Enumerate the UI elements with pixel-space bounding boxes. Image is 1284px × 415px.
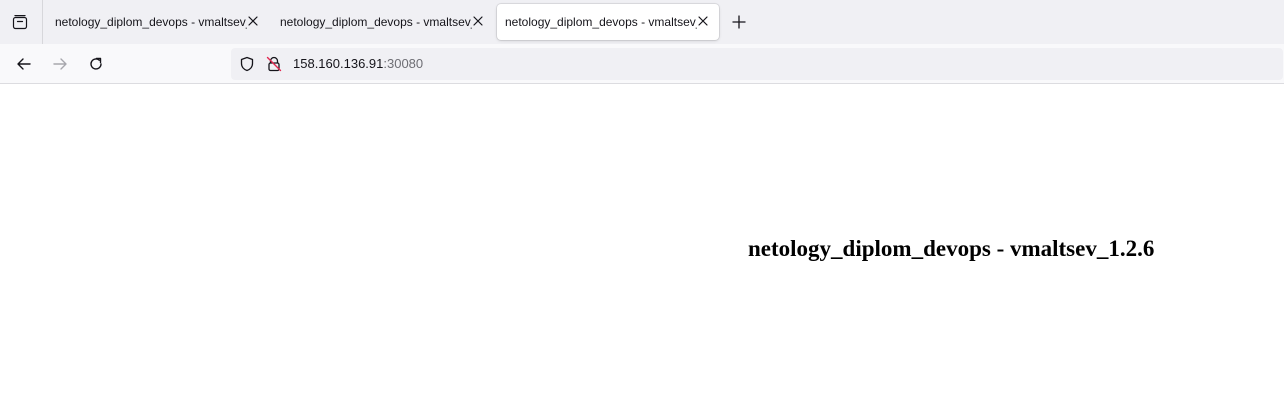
tab-3-active[interactable]: netology_diplom_devops - vmaltsev_1.2.6 xyxy=(497,4,719,40)
tab-list-button[interactable] xyxy=(7,9,33,35)
back-arrow-icon xyxy=(17,58,31,70)
navigation-toolbar: 158.160.136.91:30080 xyxy=(0,44,1284,84)
reload-button[interactable] xyxy=(84,52,108,76)
page-content: netology_diplom_devops - vmaltsev_1.2.6 xyxy=(0,85,1284,415)
close-icon[interactable] xyxy=(472,15,484,27)
url-bar[interactable]: 158.160.136.91:30080 xyxy=(231,48,1283,80)
tab-bar: netology_diplom_devops - vmaltsev_1.2.6 … xyxy=(0,0,1284,44)
tab-1[interactable]: netology_diplom_devops - vmaltsev_1.2.6 xyxy=(47,4,269,40)
insecure-lock-icon[interactable] xyxy=(266,56,282,72)
url-host: 158.160.136.91 xyxy=(293,56,384,71)
close-icon[interactable] xyxy=(247,15,259,27)
tab-title: netology_diplom_devops - vmaltsev_1.2.6 xyxy=(55,15,247,29)
reload-icon xyxy=(90,57,102,70)
new-tab-button[interactable] xyxy=(727,10,751,34)
plus-icon xyxy=(732,15,746,29)
url-text[interactable]: 158.160.136.91:30080 xyxy=(293,56,423,72)
forward-arrow-icon xyxy=(53,58,67,70)
tab-2[interactable]: netology_diplom_devops - vmaltsev_1.2.6 xyxy=(272,4,494,40)
shield-icon[interactable] xyxy=(239,56,255,72)
tab-list-icon xyxy=(12,15,28,30)
close-icon[interactable] xyxy=(697,15,709,27)
tab-title: netology_diplom_devops - vmaltsev_1.2.6 xyxy=(280,15,472,29)
tab-title: netology_diplom_devops - vmaltsev_1.2.6 xyxy=(505,15,697,29)
tab-bar-separator xyxy=(42,0,43,44)
forward-button[interactable] xyxy=(48,52,72,76)
page-heading: netology_diplom_devops - vmaltsev_1.2.6 xyxy=(748,236,1155,261)
back-button[interactable] xyxy=(12,52,36,76)
url-port: :30080 xyxy=(383,56,424,71)
